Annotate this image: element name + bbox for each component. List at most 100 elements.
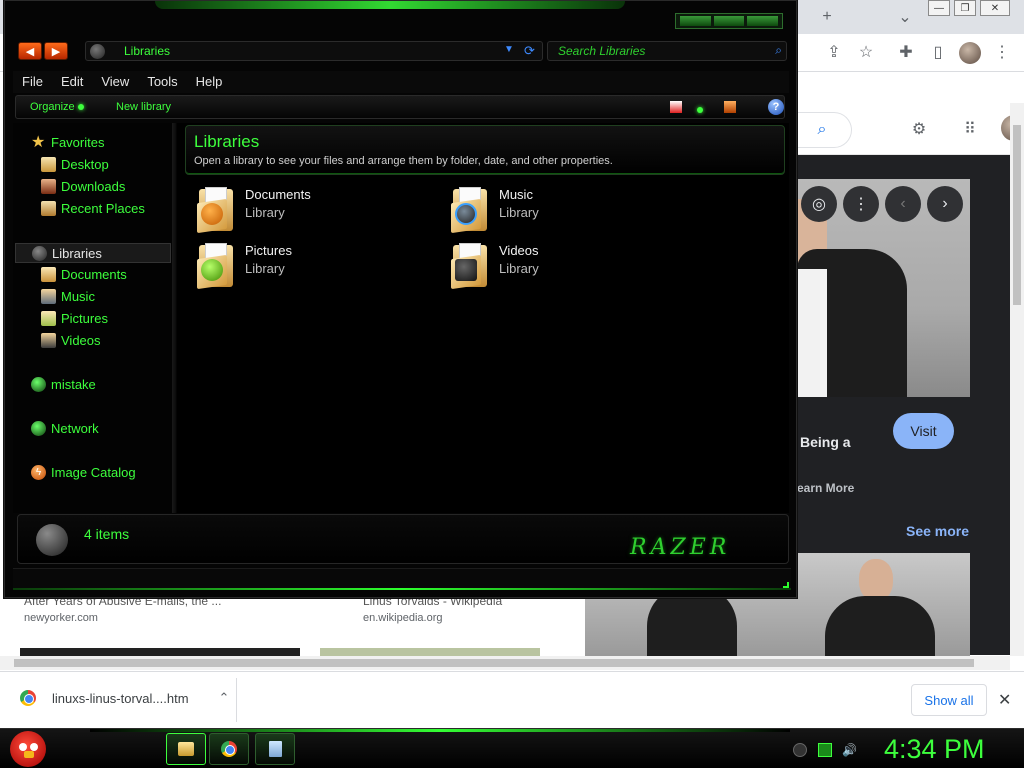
preview-pane-icon[interactable] — [724, 101, 736, 113]
search-icon[interactable]: ⌕ — [775, 43, 782, 58]
new-tab-button[interactable]: + — [815, 5, 839, 29]
tab-search-button[interactable]: ⌄ — [893, 5, 917, 29]
menu-file[interactable]: File — [13, 71, 52, 93]
volume-icon[interactable]: 🔊 — [842, 743, 857, 757]
share-icon[interactable]: ⇪ — [822, 40, 846, 64]
recent-places-icon — [41, 201, 56, 216]
nav-pictures[interactable]: Pictures — [41, 311, 108, 326]
result-site: en.wikipedia.org — [363, 612, 443, 624]
nav-mistake[interactable]: mistake — [31, 377, 96, 392]
maximize-button[interactable] — [713, 16, 745, 26]
result-thumbnail[interactable] — [320, 648, 540, 656]
star-icon[interactable]: ☆ — [854, 40, 878, 64]
show-all-button[interactable]: Show all — [911, 684, 987, 716]
person-body-2 — [825, 596, 935, 656]
taskbar-notepad-button[interactable] — [255, 733, 295, 765]
scroll-thumb[interactable] — [1013, 125, 1021, 305]
result-title-fragment[interactable]: Being a — [800, 434, 851, 450]
back-arrow-icon[interactable]: ◀ — [18, 42, 42, 60]
bottom-glow — [13, 588, 791, 590]
more-options-button[interactable]: ⋮ — [843, 186, 879, 222]
lens-icon[interactable]: ◎ — [801, 186, 837, 222]
address-bar[interactable]: Libraries ▼ ⟳ — [85, 41, 543, 61]
help-icon[interactable]: ? — [768, 99, 784, 115]
close-window-button[interactable]: ✕ — [980, 0, 1010, 16]
settings-gear-icon[interactable]: ⚙ — [907, 117, 931, 141]
folder-icon — [178, 742, 194, 756]
menu-tools[interactable]: Tools — [138, 71, 186, 93]
nav-image-catalog[interactable]: ϟ Image Catalog — [31, 465, 136, 480]
sidepanel-icon[interactable]: ▯ — [926, 40, 950, 64]
organize-label: Organize — [30, 101, 75, 113]
learn-more-link[interactable]: earn More — [797, 481, 854, 495]
taskbar-explorer-button[interactable] — [166, 733, 206, 765]
apps-grid-icon[interactable]: ⠿ — [958, 117, 982, 141]
search-placeholder: Search Libraries — [558, 44, 646, 58]
menu-edit[interactable]: Edit — [52, 71, 92, 93]
close-button[interactable] — [747, 16, 779, 26]
nav-music[interactable]: Music — [41, 289, 95, 304]
close-download-bar-icon[interactable]: ✕ — [998, 690, 1011, 710]
nav-recent-places[interactable]: Recent Places — [41, 201, 145, 216]
nav-documents[interactable]: Documents — [41, 267, 127, 282]
nav-label: Recent Places — [61, 201, 145, 216]
nav-favorites[interactable]: ★ Favorites — [31, 135, 105, 151]
search-icon[interactable]: ⌕ — [810, 118, 834, 142]
organize-button[interactable]: Organize — [30, 101, 84, 113]
taskbar-clock[interactable]: 4:34 PM — [884, 734, 985, 765]
network-tray-icon[interactable] — [818, 743, 832, 757]
search-box-edge[interactable]: ⌕ — [790, 112, 852, 148]
visit-button[interactable]: Visit — [893, 413, 954, 449]
nav-arrows: ◀ ▶ — [18, 42, 68, 60]
libraries-orb-icon — [36, 524, 68, 556]
caption-buttons — [675, 13, 783, 29]
nav-desktop[interactable]: Desktop — [41, 157, 109, 172]
library-videos[interactable]: Videos Library — [451, 243, 539, 290]
scroll-thumb[interactable] — [14, 659, 974, 667]
nav-videos[interactable]: Videos — [41, 333, 101, 348]
nav-network[interactable]: Network — [31, 421, 99, 436]
view-options-icon[interactable] — [670, 101, 682, 113]
nav-downloads[interactable]: Downloads — [41, 179, 125, 194]
dropdown-arrow-icon[interactable]: ▼ — [504, 44, 514, 55]
chevron-up-icon[interactable]: ⌃ — [219, 690, 230, 706]
library-music[interactable]: Music Library — [451, 187, 539, 234]
forward-arrow-icon[interactable]: ▶ — [44, 42, 68, 60]
profile-avatar[interactable] — [959, 42, 981, 64]
refresh-icon[interactable]: ⟳ — [524, 43, 535, 59]
taskbar-chrome-button[interactable] — [209, 733, 249, 765]
view-dropdown-icon[interactable] — [694, 101, 706, 113]
nav-label: Favorites — [51, 135, 105, 150]
next-image-button[interactable]: › — [927, 186, 963, 222]
nav-libraries[interactable]: Libraries — [15, 243, 171, 263]
minimize-button[interactable]: — — [928, 0, 950, 16]
library-type: Library — [499, 261, 539, 276]
menu-view[interactable]: View — [92, 71, 138, 93]
horizontal-scrollbar[interactable] — [0, 656, 1010, 670]
new-library-button[interactable]: New library — [116, 101, 171, 113]
see-more-link[interactable]: See more — [906, 523, 969, 539]
vertical-scrollbar[interactable] — [1010, 103, 1024, 656]
nav-label: Downloads — [61, 179, 126, 194]
menu-help[interactable]: Help — [187, 71, 232, 93]
previous-image-button[interactable]: ‹ — [885, 186, 921, 222]
notepad-icon — [268, 741, 282, 757]
command-bar: Organize New library ? — [15, 95, 785, 119]
tray-expand-icon[interactable] — [793, 743, 807, 757]
library-pictures[interactable]: Pictures Library — [197, 243, 292, 290]
extensions-icon[interactable]: ✚ — [894, 40, 918, 64]
documents-icon — [41, 267, 56, 282]
library-documents[interactable]: Documents Library — [197, 187, 311, 234]
library-text: Music Library — [499, 187, 539, 220]
menu-icon[interactable]: ⋮ — [990, 40, 1014, 64]
person-head-2 — [859, 559, 893, 601]
search-libraries-input[interactable]: Search Libraries ⌕ — [547, 41, 787, 61]
maximize-button[interactable]: ❐ — [954, 0, 976, 16]
minimize-button[interactable] — [680, 16, 711, 26]
result-thumbnail[interactable] — [20, 648, 300, 656]
bird-eye — [19, 743, 27, 751]
download-item[interactable]: linuxs-linus-torval....htm ⌃ — [20, 690, 229, 706]
start-button-angry-bird-icon[interactable] — [10, 731, 46, 767]
pane-splitter[interactable] — [172, 123, 176, 513]
page-subtitle: Open a library to see your files and arr… — [194, 155, 613, 167]
